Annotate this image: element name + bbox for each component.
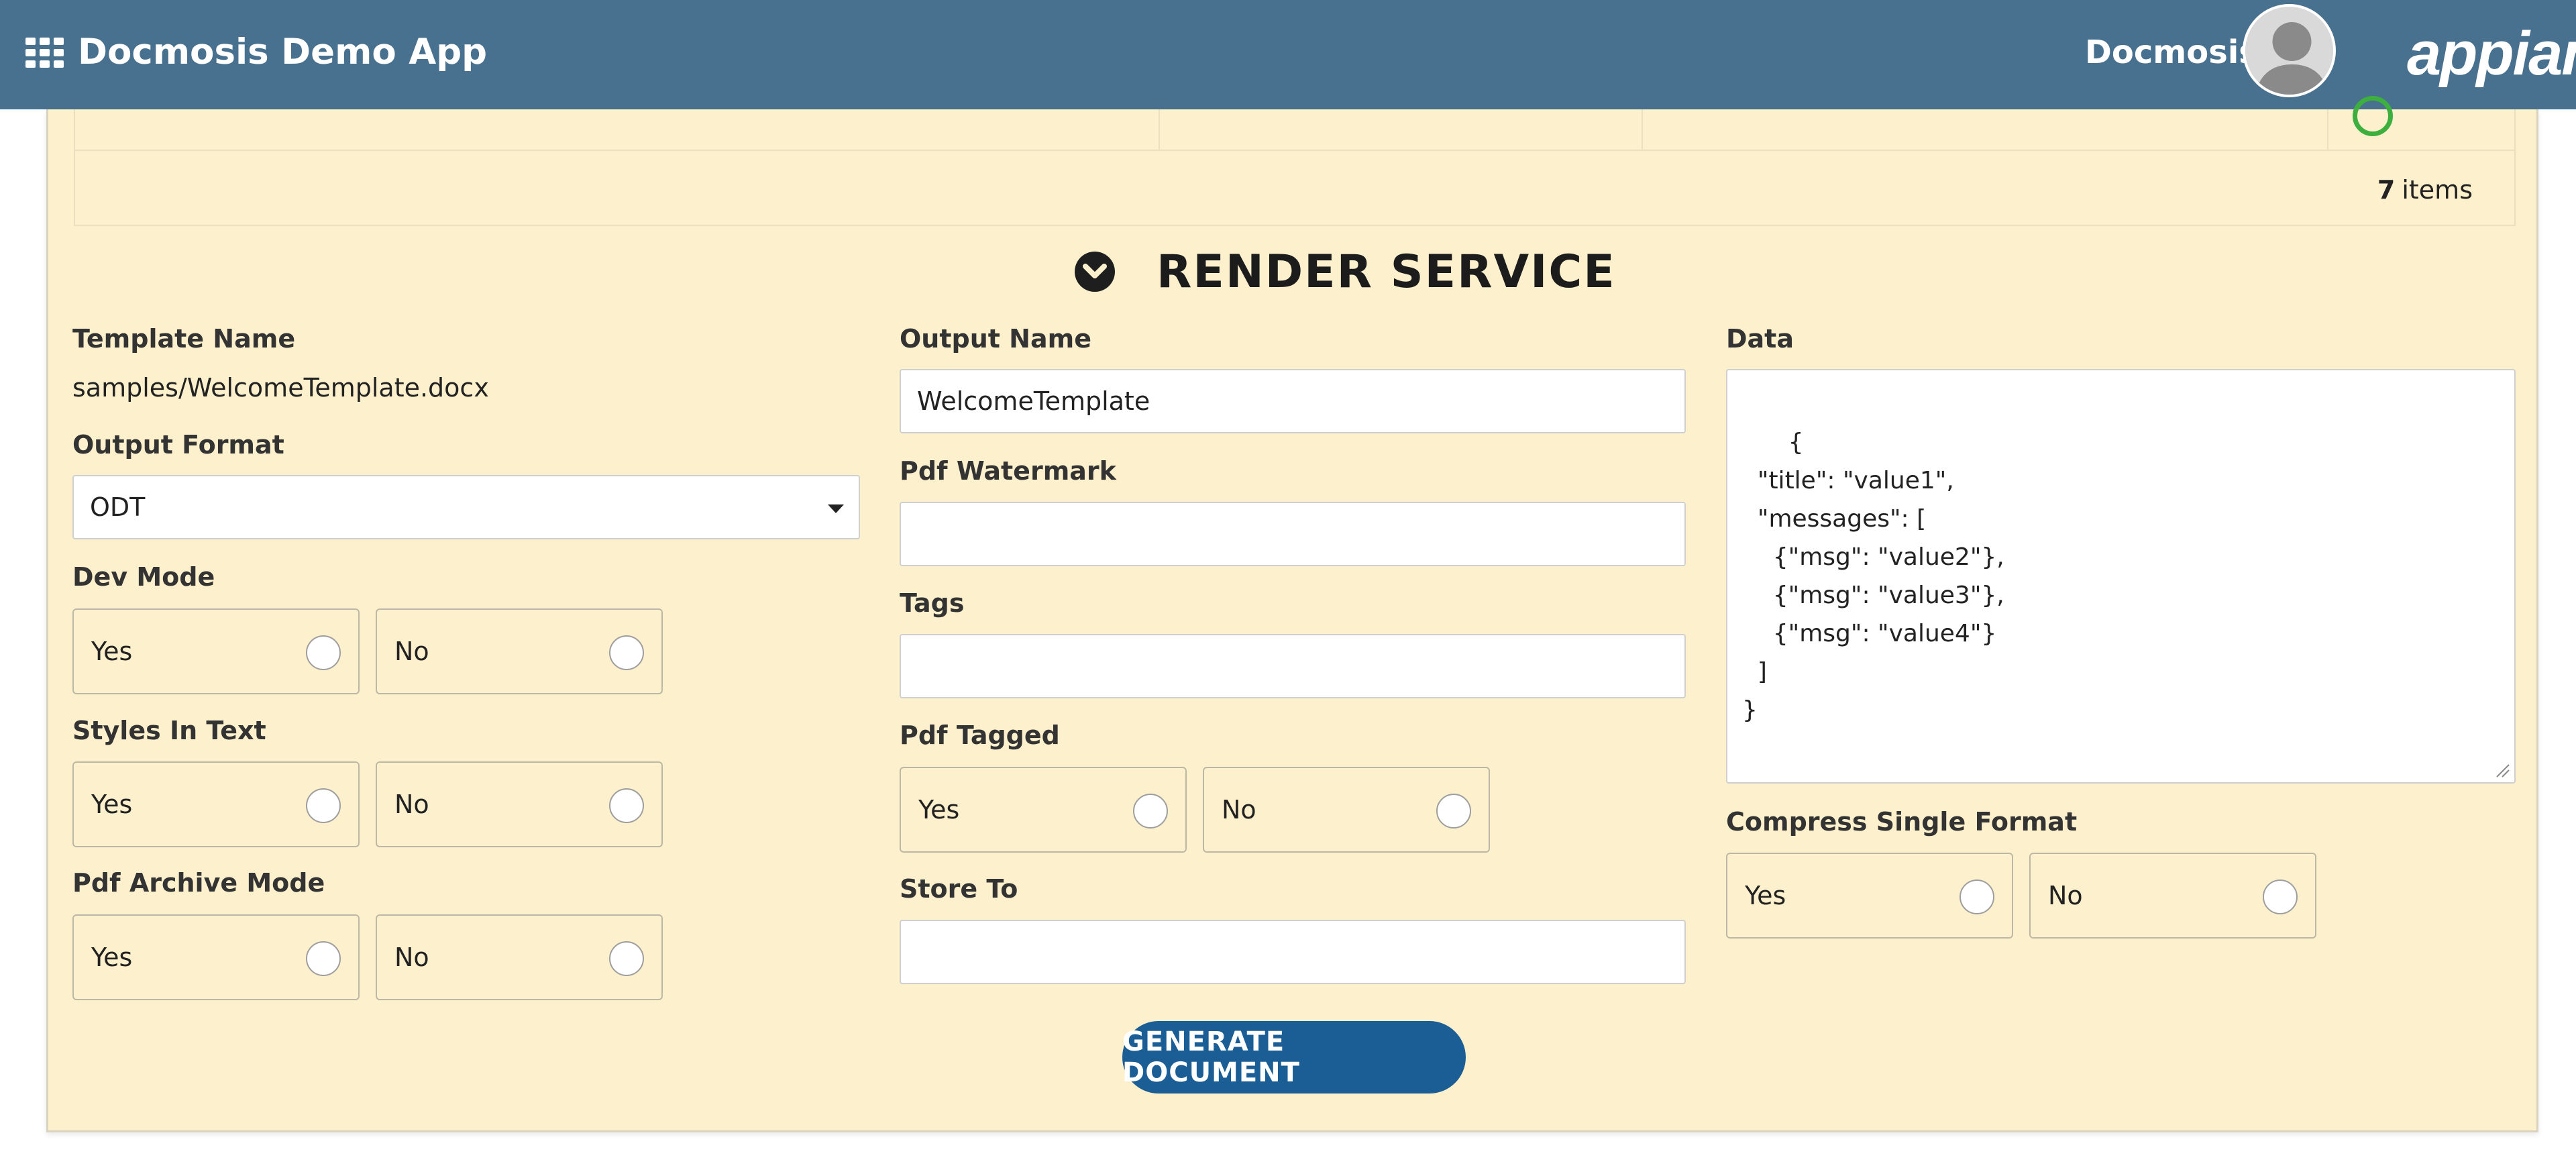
- grid-pager: 7 items: [74, 151, 2516, 226]
- output-format-selected: ODT: [90, 492, 146, 522]
- grid-last-row: [74, 96, 2516, 151]
- radio-circle-icon: [306, 635, 341, 670]
- compress-single-format-no[interactable]: No: [2029, 853, 2316, 939]
- option-label: Yes: [91, 943, 133, 972]
- app-title[interactable]: Docmosis Demo App: [78, 30, 487, 75]
- styles-in-text-no[interactable]: No: [376, 761, 663, 847]
- resize-handle-icon[interactable]: [2494, 762, 2510, 778]
- dev-mode-no[interactable]: No: [376, 608, 663, 694]
- pdf-watermark-label: Pdf Watermark: [900, 456, 1116, 486]
- render-service-panel: 7 items RENDER SERVICE Template Name samp…: [46, 96, 2538, 1132]
- pdf-tagged-no[interactable]: No: [1203, 767, 1490, 853]
- output-name-label: Output Name: [900, 324, 1091, 354]
- radio-circle-icon: [609, 788, 644, 823]
- appian-logo: appian: [2407, 19, 2576, 88]
- radio-circle-icon: [1133, 794, 1168, 829]
- option-label: No: [394, 943, 429, 972]
- data-textarea[interactable]: { "title": "value1", "messages": [ {"msg…: [1726, 369, 2516, 784]
- radio-circle-icon: [306, 788, 341, 823]
- option-label: Yes: [918, 795, 960, 824]
- pdf-archive-mode-no[interactable]: No: [376, 914, 663, 1000]
- pdf-archive-mode-yes[interactable]: Yes: [72, 914, 360, 1000]
- option-label: No: [2048, 881, 2083, 910]
- user-name: Docmosis: [2085, 34, 2258, 71]
- page: Docmosis Demo App Docmosis appian 7items: [0, 0, 2576, 1174]
- grid-cell: [1160, 109, 1643, 151]
- section-title: RENDER SERVICE: [1157, 245, 1616, 299]
- dropdown-arrow-icon: [828, 504, 844, 513]
- grid-cell: [75, 109, 1160, 151]
- output-format-dropdown[interactable]: ODT: [72, 475, 860, 539]
- item-count: 7 items: [2377, 175, 2473, 205]
- output-name-value: WelcomeTemplate: [917, 386, 1150, 416]
- pdf-archive-mode-label: Pdf Archive Mode: [72, 868, 325, 898]
- store-to-label: Store To: [900, 874, 1018, 904]
- radio-circle-icon: [1436, 794, 1471, 829]
- pdf-watermark-input[interactable]: [900, 502, 1686, 566]
- data-text: { "title": "value1", "messages": [ {"msg…: [1742, 429, 2004, 724]
- compress-single-format-yes[interactable]: Yes: [1726, 853, 2013, 939]
- option-label: Yes: [91, 637, 133, 666]
- section-header: RENDER SERVICE: [1075, 245, 1616, 299]
- avatar[interactable]: [2243, 4, 2336, 97]
- app-header: Docmosis Demo App Docmosis appian: [0, 0, 2576, 109]
- pdf-tagged-label: Pdf Tagged: [900, 721, 1060, 750]
- generate-document-button[interactable]: GENERATE DOCUMENT: [1122, 1021, 1466, 1093]
- radio-circle-icon: [2263, 879, 2298, 914]
- radio-circle-icon: [306, 941, 341, 976]
- output-format-label: Output Format: [72, 430, 284, 460]
- option-label: No: [394, 637, 429, 666]
- radio-circle-icon: [609, 941, 644, 976]
- option-label: Yes: [91, 790, 133, 819]
- app-launcher-grid-icon[interactable]: [25, 38, 64, 68]
- option-label: No: [394, 790, 429, 819]
- data-label: Data: [1726, 324, 1794, 354]
- tags-label: Tags: [900, 588, 965, 618]
- option-label: No: [1222, 795, 1256, 824]
- radio-circle-icon: [609, 635, 644, 670]
- template-name-value: samples/WelcomeTemplate.docx: [72, 373, 489, 403]
- option-label: Yes: [1745, 881, 1786, 910]
- compress-single-format-label: Compress Single Format: [1726, 807, 2078, 837]
- template-name-label: Template Name: [72, 324, 296, 354]
- dev-mode-yes[interactable]: Yes: [72, 608, 360, 694]
- tags-input[interactable]: [900, 634, 1686, 698]
- styles-in-text-label: Styles In Text: [72, 716, 266, 745]
- styles-in-text-yes[interactable]: Yes: [72, 761, 360, 847]
- radio-circle-icon: [1960, 879, 1994, 914]
- collapse-chevron-icon[interactable]: [1075, 252, 1115, 292]
- dev-mode-label: Dev Mode: [72, 562, 215, 592]
- pdf-tagged-yes[interactable]: Yes: [900, 767, 1187, 853]
- user-silhouette-icon: [2245, 7, 2333, 95]
- output-name-input[interactable]: WelcomeTemplate: [900, 369, 1686, 433]
- store-to-input[interactable]: [900, 920, 1686, 984]
- grid-cell: [1643, 109, 2328, 151]
- check-circle-icon: [2353, 96, 2393, 136]
